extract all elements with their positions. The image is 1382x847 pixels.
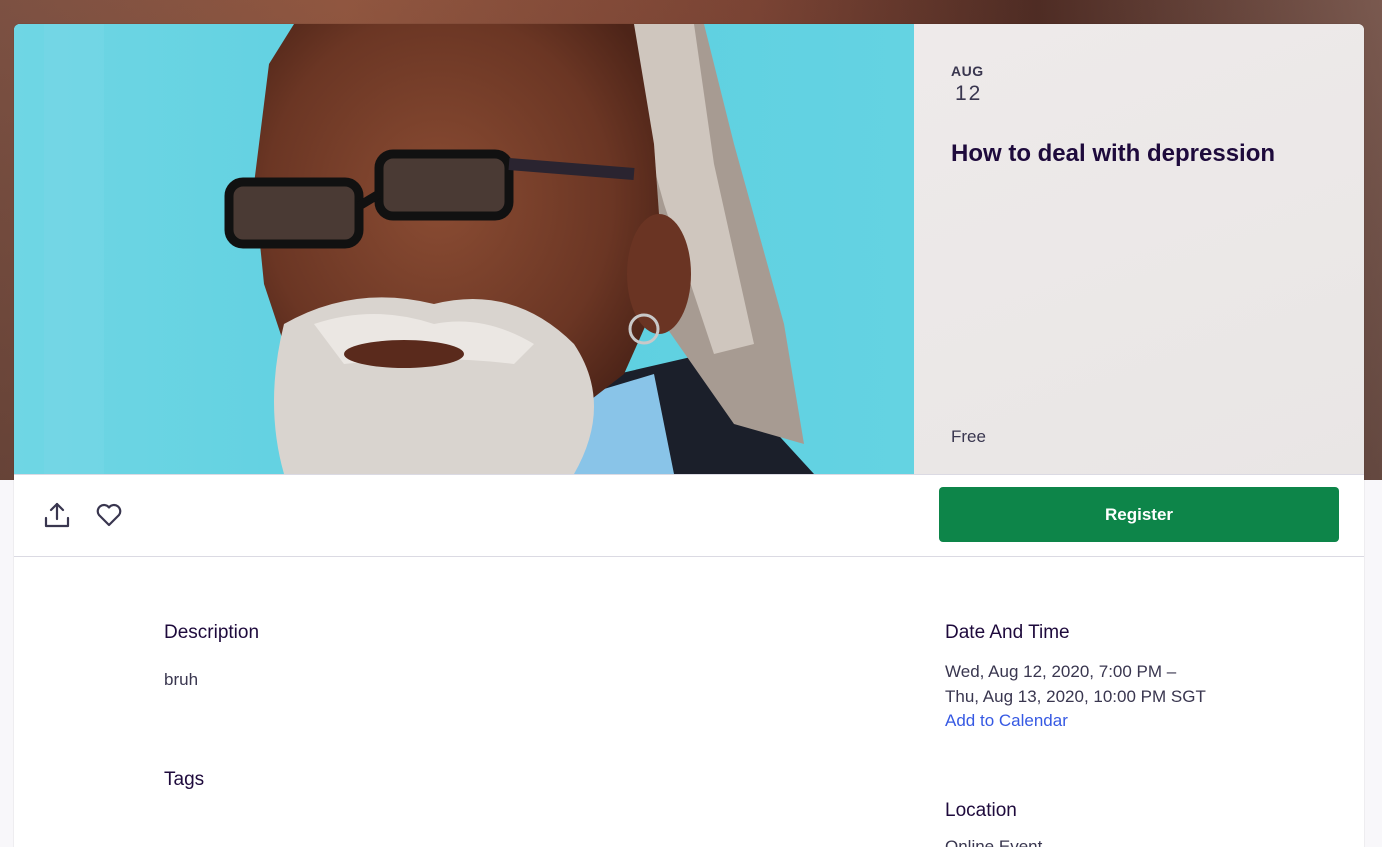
heart-icon[interactable] (92, 498, 126, 532)
event-cover-image (14, 24, 914, 474)
datetime-end: Thu, Aug 13, 2020, 10:00 PM SGT (945, 687, 1206, 706)
add-to-calendar-link[interactable]: Add to Calendar (945, 711, 1068, 731)
event-card: AUG 12 How to deal with depression Free … (14, 24, 1364, 847)
description-text: bruh (164, 670, 199, 689)
description-heading: Description (164, 622, 260, 643)
event-day: 12 (955, 82, 983, 105)
event-hero: AUG 12 How to deal with depression Free (14, 24, 1364, 474)
register-button[interactable]: Register (939, 487, 1339, 542)
datetime-heading: Date And Time (945, 622, 1070, 643)
event-month: AUG (951, 63, 984, 79)
event-title: How to deal with depression (951, 140, 1276, 167)
event-price: Free (951, 427, 986, 446)
datetime-start: Wed, Aug 12, 2020, 7:00 PM – (945, 662, 1177, 681)
event-summary-panel: AUG 12 How to deal with depression Free (914, 24, 1364, 474)
location-text: Online Event (945, 837, 1043, 847)
location-heading: Location (945, 800, 1017, 821)
share-upload-icon[interactable] (40, 498, 74, 532)
tags-heading: Tags (164, 769, 205, 790)
action-bar: Register (14, 474, 1364, 557)
